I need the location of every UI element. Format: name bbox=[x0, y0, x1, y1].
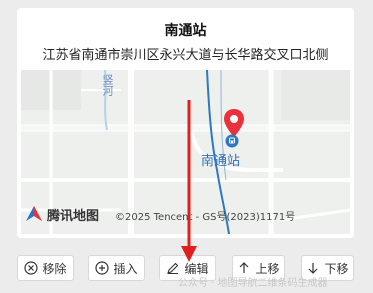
move-down-label: 下移 bbox=[324, 261, 349, 276]
location-card[interactable]: 南通站 江苏省南通市崇川区永兴大道与长华路交叉口北侧 竖河 南通站 腾讯地图 ©… bbox=[17, 8, 354, 238]
train-station-icon bbox=[225, 134, 239, 148]
station-label: 南通站 bbox=[201, 154, 241, 169]
logo-text: 腾讯地图 bbox=[47, 208, 100, 224]
tencent-map-logo-icon bbox=[26, 206, 42, 221]
map-copyright: ©2025 Tencent - GS号(2023)1171号 bbox=[115, 212, 296, 223]
wechat-watermark: 公众号 · 地图导航二维条码生成器 bbox=[178, 278, 328, 289]
river-label: 竖河 bbox=[101, 74, 114, 96]
remove-button[interactable]: 移除 bbox=[17, 255, 74, 281]
arrow-up-icon bbox=[237, 261, 251, 275]
arrow-down-icon bbox=[306, 261, 320, 275]
location-address: 江苏省南通市崇川区永兴大道与长华路交叉口北侧 bbox=[42, 48, 329, 63]
remove-icon bbox=[24, 261, 39, 275]
remove-label: 移除 bbox=[42, 261, 67, 276]
insert-icon bbox=[95, 261, 110, 275]
location-title: 南通站 bbox=[164, 23, 207, 39]
insert-button[interactable]: 插入 bbox=[88, 255, 145, 281]
edit-pencil-icon bbox=[166, 261, 180, 275]
tencent-map-logo: 腾讯地图 bbox=[24, 204, 99, 224]
map-view[interactable]: 竖河 南通站 腾讯地图 ©2025 Tencent - GS号(2023)117… bbox=[21, 70, 350, 234]
editor-page: 南通站 江苏省南通市崇川区永兴大道与长华路交叉口北侧 竖河 南通站 腾讯地图 ©… bbox=[0, 0, 373, 293]
insert-label: 插入 bbox=[113, 261, 138, 276]
